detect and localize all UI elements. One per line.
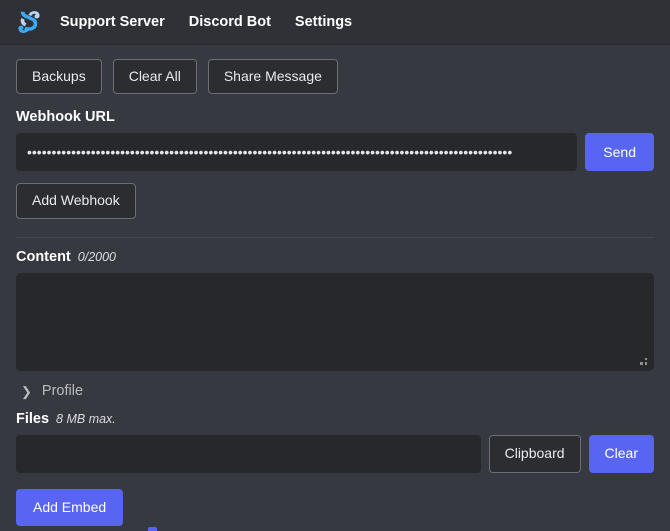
nav-link-discord-bot[interactable]: Discord Bot: [189, 15, 271, 30]
nav-link-support-server[interactable]: Support Server: [60, 15, 165, 30]
add-embed-row: Add Embed: [16, 488, 654, 526]
webhook-url-row: Send: [16, 133, 654, 172]
clear-all-button[interactable]: Clear All: [112, 59, 197, 95]
message-toolbar: Backups Clear All Share Message: [16, 59, 654, 95]
offscreen-button-peek[interactable]: [148, 527, 157, 531]
files-label: Files: [16, 410, 50, 427]
profile-accordion-label: Profile: [41, 382, 84, 399]
clipboard-button[interactable]: Clipboard: [488, 434, 581, 473]
files-label-row: Files 8 MB max.: [16, 410, 654, 428]
webhook-url-label: Webhook URL: [16, 109, 115, 126]
file-upload-input[interactable]: [16, 434, 481, 473]
webhook-url-input[interactable]: [16, 133, 578, 172]
profile-accordion-toggle[interactable]: ❯ Profile: [21, 382, 84, 400]
files-size-hint: 8 MB max.: [56, 411, 116, 426]
add-webhook-row: Add Webhook: [16, 183, 654, 219]
top-navbar: Support Server Discord Bot Settings: [0, 0, 670, 45]
section-divider: [16, 236, 654, 238]
share-message-button[interactable]: Share Message: [207, 59, 338, 95]
embed-generator-s-logo-icon[interactable]: [14, 7, 44, 37]
content-character-counter: 0/2000: [77, 249, 116, 264]
add-embed-button[interactable]: Add Embed: [16, 488, 124, 526]
page-content: Backups Clear All Share Message Webhook …: [0, 45, 670, 531]
nav-link-settings[interactable]: Settings: [295, 15, 352, 30]
content-textarea-wrap: [16, 272, 654, 371]
content-label-row: Content 0/2000: [16, 248, 654, 266]
send-button[interactable]: Send: [585, 133, 654, 172]
clear-files-button[interactable]: Clear: [588, 434, 654, 473]
files-input-row: Clipboard Clear: [16, 434, 654, 473]
content-label: Content: [16, 248, 71, 265]
backups-button[interactable]: Backups: [16, 59, 102, 95]
content-textarea[interactable]: [16, 272, 654, 371]
chevron-right-icon: ❯: [21, 384, 32, 400]
add-webhook-button[interactable]: Add Webhook: [16, 183, 136, 219]
